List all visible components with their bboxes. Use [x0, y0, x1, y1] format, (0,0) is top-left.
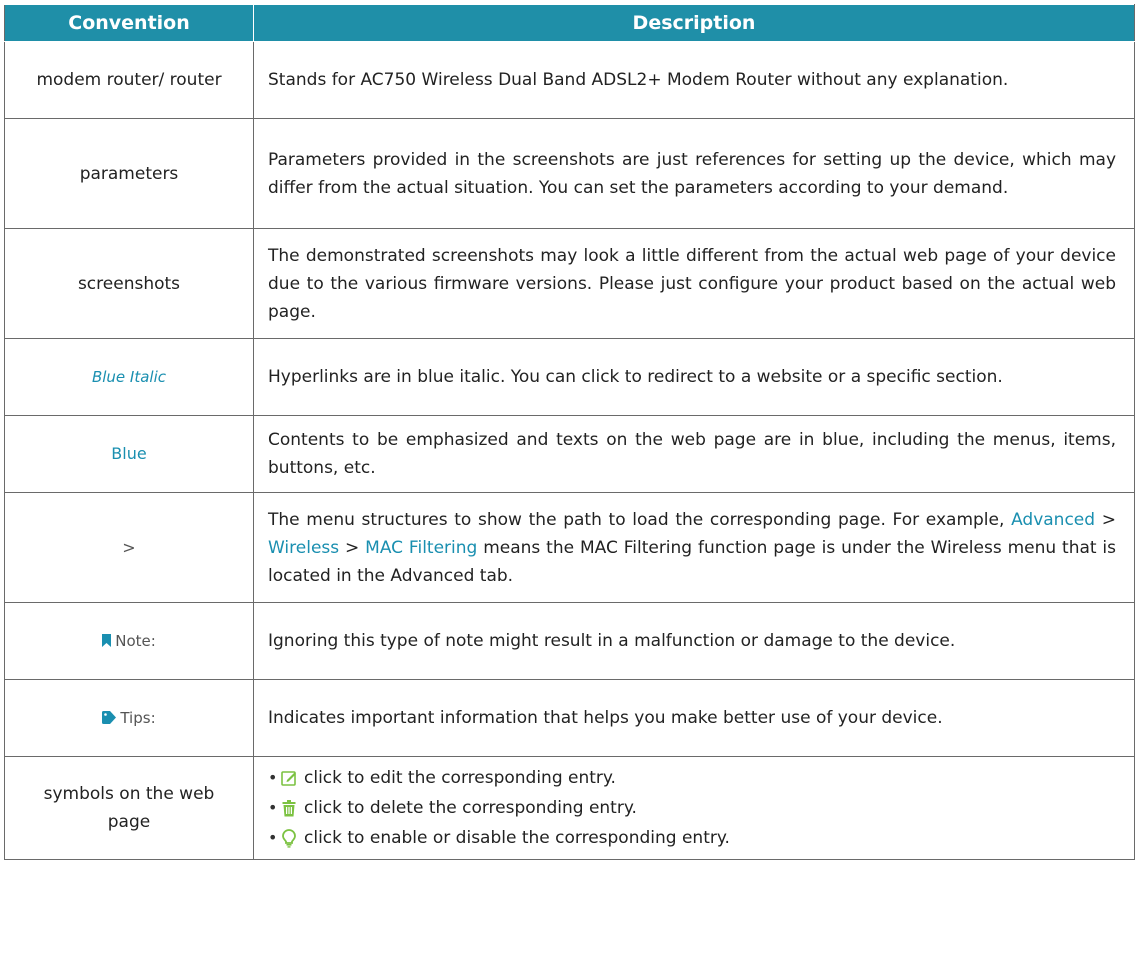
tips-label: Tips: [120, 708, 156, 727]
convention-cell: Tips: [4, 679, 254, 757]
table-header-row: Convention Description [4, 4, 1135, 42]
convention-cell: > [4, 492, 254, 603]
description-cell: The menu structures to show the path to … [253, 492, 1135, 603]
description-cell: Stands for AC750 Wireless Dual Band ADSL… [253, 41, 1135, 119]
bullet-text: click to enable or disable the correspon… [304, 828, 730, 848]
list-item: • click to delete the corresponding entr… [268, 793, 1116, 823]
description-cell: Ignoring this type of note might result … [253, 602, 1135, 680]
path-separator: > [345, 537, 360, 558]
table-row: Blue Italic Hyperlinks are in blue itali… [4, 338, 1135, 416]
convention-cell: symbols on the web page [4, 756, 254, 860]
symbols-list: • click to edit the corresponding entry.… [268, 757, 1116, 859]
description-cell: The demonstrated screenshots may look a … [253, 228, 1135, 339]
table-row: > The menu structures to show the path t… [4, 492, 1135, 603]
bullet-text: click to delete the corresponding entry. [304, 798, 637, 818]
bookmark-icon [102, 628, 112, 656]
path-separator: > [1101, 509, 1116, 530]
path-separator-sample: > [122, 537, 136, 557]
table-row: Blue Contents to be emphasized and texts… [4, 415, 1135, 493]
header-description: Description [253, 4, 1135, 42]
path-mac-filtering: MAC Filtering [365, 537, 478, 558]
convention-cell: Blue [4, 415, 254, 493]
blue-sample: Blue [111, 444, 147, 463]
convention-cell: modem router/ router [4, 41, 254, 119]
edit-icon [280, 768, 298, 788]
table-row: Note: Ignoring this type of note might r… [4, 602, 1135, 680]
convention-cell: Blue Italic [4, 338, 254, 416]
trash-icon [280, 798, 298, 818]
bulb-icon [280, 828, 298, 848]
description-cell: Parameters provided in the screenshots a… [253, 118, 1135, 229]
table-row: symbols on the web page • click to edit … [4, 756, 1135, 860]
tag-icon [102, 705, 117, 733]
list-item: • click to enable or disable the corresp… [268, 823, 1116, 853]
table-row: parameters Parameters provided in the sc… [4, 118, 1135, 229]
description-cell: • click to edit the corresponding entry.… [253, 756, 1135, 860]
description-text: The menu structures to show the path to … [268, 509, 1005, 530]
path-advanced: Advanced [1011, 509, 1096, 530]
description-cell: Indicates important information that hel… [253, 679, 1135, 757]
convention-cell: Note: [4, 602, 254, 680]
description-cell: Contents to be emphasized and texts on t… [253, 415, 1135, 493]
header-convention: Convention [4, 4, 254, 42]
blue-italic-sample: Blue Italic [91, 368, 167, 386]
table-row: modem router/ router Stands for AC750 Wi… [4, 41, 1135, 119]
description-cell: Hyperlinks are in blue italic. You can c… [253, 338, 1135, 416]
table-row: Tips: Indicates important information th… [4, 679, 1135, 757]
path-wireless: Wireless [268, 537, 340, 558]
table-row: screenshots The demonstrated screenshots… [4, 228, 1135, 339]
convention-cell: parameters [4, 118, 254, 229]
convention-cell: screenshots [4, 228, 254, 339]
conventions-table: Convention Description modem router/ rou… [4, 4, 1135, 860]
bullet-text: click to edit the corresponding entry. [304, 768, 616, 788]
list-item: • click to edit the corresponding entry. [268, 763, 1116, 793]
note-label: Note: [115, 631, 156, 650]
